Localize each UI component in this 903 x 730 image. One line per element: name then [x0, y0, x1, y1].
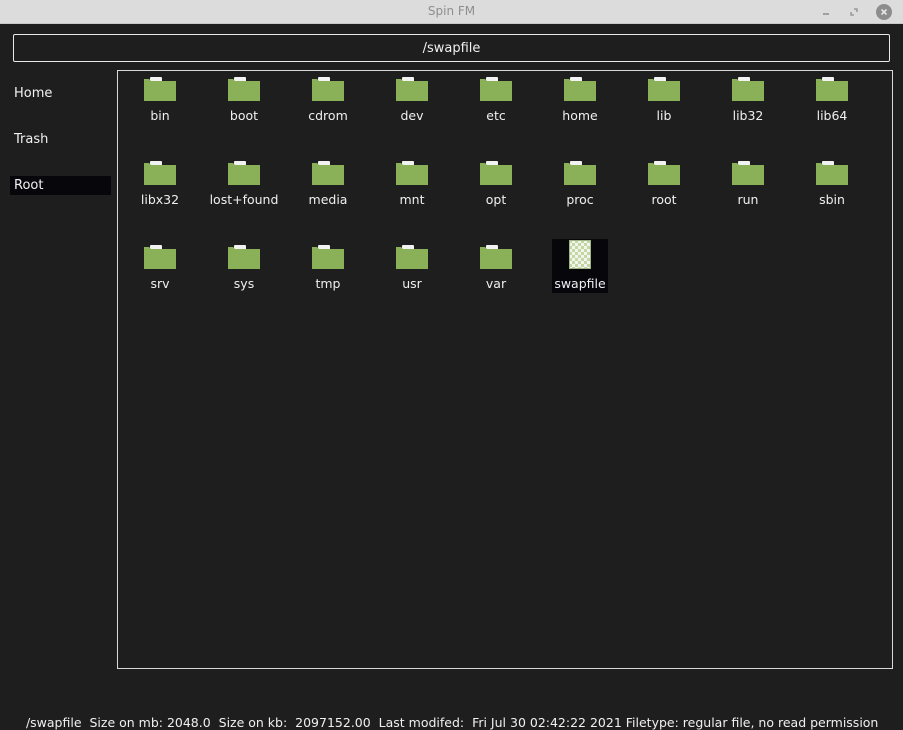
item-label: lib — [656, 108, 672, 123]
folder-item[interactable]: media — [300, 155, 356, 209]
folder-item[interactable]: sys — [216, 239, 272, 293]
item-label: sys — [233, 276, 255, 291]
folder-item[interactable]: dev — [384, 71, 440, 125]
folder-item[interactable]: home — [552, 71, 608, 125]
folder-icon — [648, 161, 680, 185]
item-label: opt — [485, 192, 507, 207]
folder-icon — [228, 77, 260, 101]
item-label: run — [737, 192, 759, 207]
window-title: Spin FM — [427, 4, 476, 18]
folder-icon — [396, 245, 428, 269]
folder-item[interactable]: sbin — [804, 155, 860, 209]
status-text: /swapfile Size on mb: 2048.0 Size on kb:… — [25, 715, 879, 730]
folder-item[interactable]: proc — [552, 155, 608, 209]
folder-icon — [480, 161, 512, 185]
folder-icon — [144, 161, 176, 185]
sidebar-item-label: Trash — [14, 132, 49, 147]
folder-icon — [228, 161, 260, 185]
sidebar-item-trash[interactable]: Trash — [10, 130, 111, 149]
sidebar-item-label: Home — [14, 86, 53, 101]
file-item[interactable]: swapfile — [552, 239, 608, 293]
folder-item[interactable]: usr — [384, 239, 440, 293]
folder-item[interactable]: boot — [216, 71, 272, 125]
folder-icon — [816, 161, 848, 185]
folder-icon — [648, 77, 680, 101]
maximize-button[interactable] — [846, 4, 862, 20]
folder-icon — [732, 77, 764, 101]
sidebar-item-home[interactable]: Home — [10, 84, 111, 103]
item-label: sbin — [819, 192, 845, 207]
item-label: libx32 — [140, 192, 180, 207]
item-label: usr — [402, 276, 422, 291]
item-label: cdrom — [308, 108, 348, 123]
folder-icon — [564, 161, 596, 185]
folder-icon — [816, 77, 848, 101]
item-label: dev — [400, 108, 424, 123]
folder-icon — [312, 245, 344, 269]
status-bar: /swapfile Size on mb: 2048.0 Size on kb:… — [18, 700, 898, 730]
folder-icon — [732, 161, 764, 185]
folder-item[interactable]: opt — [468, 155, 524, 209]
folder-icon — [144, 77, 176, 101]
folder-item[interactable]: root — [636, 155, 692, 209]
folder-icon — [564, 77, 596, 101]
folder-icon — [480, 245, 512, 269]
item-label: media — [308, 192, 348, 207]
title-bar: Spin FM — [0, 0, 903, 24]
item-label: proc — [566, 192, 594, 207]
folder-icon — [396, 77, 428, 101]
folder-icon — [312, 77, 344, 101]
close-button[interactable] — [876, 4, 892, 20]
file-icon — [569, 240, 591, 269]
item-label: mnt — [399, 192, 425, 207]
folder-item[interactable]: run — [720, 155, 776, 209]
folder-item[interactable]: lost+found — [210, 155, 278, 209]
folder-item[interactable]: bin — [132, 71, 188, 125]
folder-item[interactable]: etc — [468, 71, 524, 125]
item-label: boot — [229, 108, 259, 123]
minimize-icon — [823, 13, 829, 15]
item-label: root — [651, 192, 677, 207]
folder-item[interactable]: cdrom — [300, 71, 356, 125]
folder-item[interactable]: lib32 — [720, 71, 776, 125]
folder-item[interactable]: var — [468, 239, 524, 293]
folder-item[interactable]: lib — [636, 71, 692, 125]
folder-item[interactable]: mnt — [384, 155, 440, 209]
item-label: lost+found — [209, 192, 279, 207]
folder-icon — [480, 77, 512, 101]
path-text: /swapfile — [422, 40, 481, 56]
file-grid[interactable]: bin boot cdrom dev etc home lib lib32 lib64 libx3… — [117, 70, 893, 669]
item-label: lib32 — [732, 108, 764, 123]
sidebar-item-root[interactable]: Root — [10, 176, 111, 195]
close-icon — [880, 8, 888, 16]
folder-item[interactable]: tmp — [300, 239, 356, 293]
folder-icon — [144, 245, 176, 269]
item-label: var — [485, 276, 507, 291]
folder-icon — [228, 245, 260, 269]
folder-icon — [312, 161, 344, 185]
folder-icon — [396, 161, 428, 185]
path-bar[interactable]: /swapfile — [13, 34, 890, 62]
item-label: home — [562, 108, 598, 123]
maximize-icon — [850, 8, 858, 16]
item-label: etc — [486, 108, 506, 123]
item-label: srv — [150, 276, 170, 291]
item-label: tmp — [315, 276, 341, 291]
minimize-button[interactable] — [818, 4, 834, 20]
item-label: swapfile — [554, 276, 606, 291]
folder-item[interactable]: srv — [132, 239, 188, 293]
folder-item[interactable]: lib64 — [804, 71, 860, 125]
item-label: lib64 — [816, 108, 848, 123]
sidebar-item-label: Root — [14, 178, 44, 193]
folder-item[interactable]: libx32 — [132, 155, 188, 209]
item-label: bin — [150, 108, 170, 123]
